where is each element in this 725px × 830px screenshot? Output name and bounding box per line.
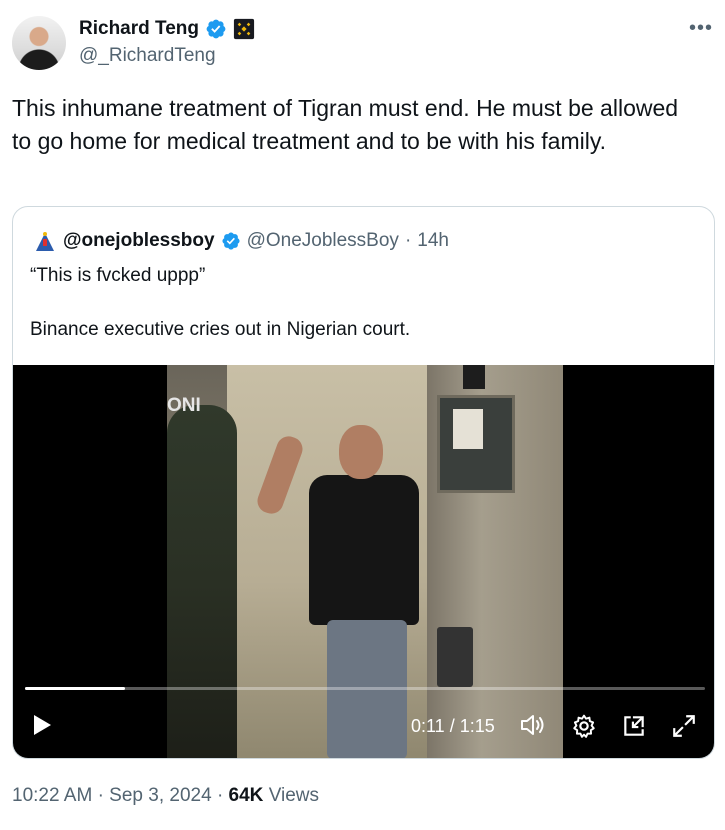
volume-icon[interactable]	[519, 713, 547, 737]
meta-separator: ·	[97, 785, 104, 806]
tweet-text: This inhumane treatment of Tigran must e…	[12, 95, 679, 154]
quoted-tweet-card[interactable]: @onejoblessboy @OneJoblessBoy · 14h “Thi…	[12, 206, 715, 759]
video-controls: 0:11 / 1:15	[13, 705, 714, 745]
verified-badge-icon	[222, 232, 240, 250]
views-label: Views	[268, 785, 320, 806]
quoted-text-line-1: “This is fvcked uppp”	[30, 265, 206, 286]
quoted-tweet-header: @onejoblessboy @OneJoblessBoy · 14h	[33, 229, 449, 253]
quoted-separator: ·	[404, 230, 412, 251]
verified-badge-icon	[206, 19, 226, 39]
quoted-author-avatar[interactable]	[33, 229, 57, 253]
video-progress-fill	[25, 687, 125, 690]
video-frame: ONI	[167, 365, 563, 758]
video-watermark: ONI	[167, 395, 201, 416]
author-name-row: Richard Teng	[79, 16, 255, 42]
author-display-name[interactable]: Richard Teng	[79, 18, 199, 40]
meta-separator: ·	[216, 785, 224, 806]
video-progress-bar[interactable]	[25, 687, 705, 690]
tweet-date[interactable]: Sep 3, 2024	[109, 785, 211, 806]
video-time: 0:11 / 1:15	[411, 716, 495, 736]
settings-gear-icon[interactable]	[571, 713, 597, 739]
author-avatar[interactable]	[12, 16, 66, 70]
quoted-age[interactable]: 14h	[417, 230, 449, 252]
quoted-handle[interactable]: @OneJoblessBoy	[247, 230, 399, 252]
binance-logo-icon	[233, 18, 255, 40]
tweet-meta: 10:22 AM · Sep 3, 2024 · 64K Views	[12, 785, 319, 807]
author-handle[interactable]: @_RichardTeng	[79, 45, 216, 67]
play-icon[interactable]	[31, 713, 53, 737]
fullscreen-icon[interactable]	[671, 713, 697, 739]
video-player[interactable]: ONI 0:11 / 1:15	[13, 365, 714, 758]
more-options-icon[interactable]: •••	[689, 18, 713, 38]
quoted-text-line-2: Binance executive cries out in Nigerian …	[30, 319, 411, 340]
views-count: 64K	[228, 785, 264, 806]
quoted-display-name[interactable]: @onejoblessboy	[63, 230, 215, 252]
picture-in-picture-icon[interactable]	[621, 713, 647, 739]
tweet-time[interactable]: 10:22 AM	[12, 785, 92, 806]
